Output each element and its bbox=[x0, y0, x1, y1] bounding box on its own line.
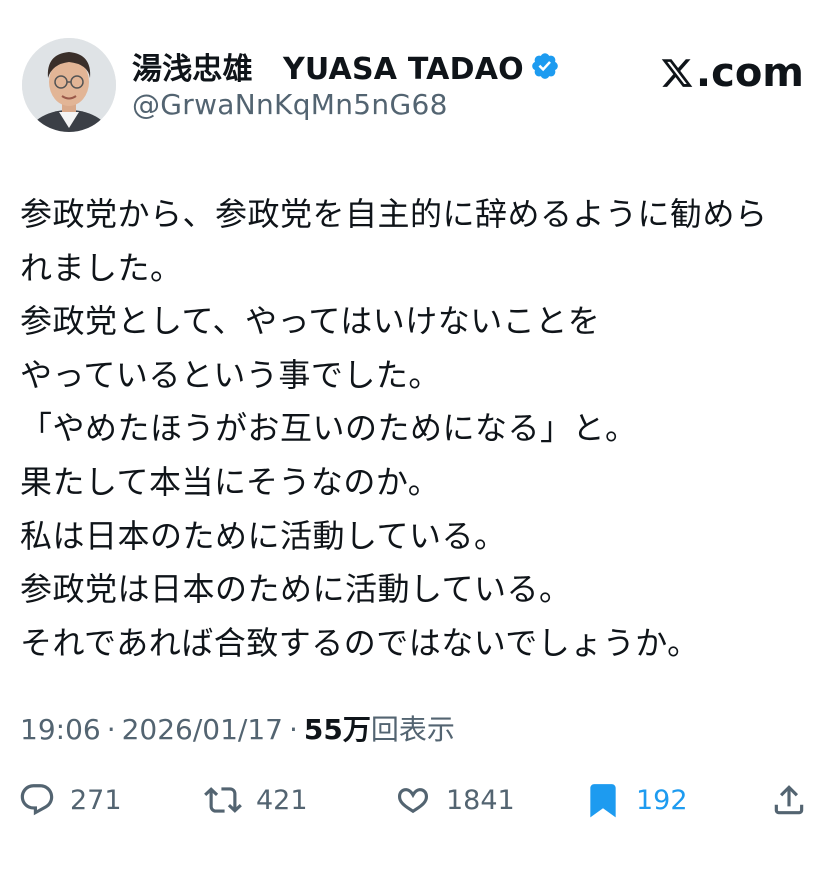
post-line: 参政党から、参政党を自主的に辞めるように勧めら bbox=[20, 195, 768, 233]
action-bar: 271 421 1841 192 bbox=[18, 778, 810, 822]
bookmark-count: 192 bbox=[636, 784, 688, 816]
post-line: それであれば合致するのではないでしょうか。 bbox=[20, 623, 700, 662]
repost-button[interactable]: 421 bbox=[204, 778, 308, 822]
post-line: やっているという事でした。 bbox=[20, 355, 441, 394]
meta-separator: · bbox=[289, 713, 298, 746]
meta-separator: · bbox=[106, 713, 116, 746]
share-icon bbox=[774, 785, 804, 815]
post-header: 湯浅忠雄 YUASA TADAO @GrwaNnKqMn5nG68 .com bbox=[22, 38, 812, 138]
post-line: 果たして本当にそうなのか。 bbox=[20, 462, 441, 501]
repost-icon bbox=[204, 787, 242, 813]
author-names: 湯浅忠雄 YUASA TADAO @GrwaNnKqMn5nG68 bbox=[132, 46, 560, 121]
author-avatar[interactable] bbox=[22, 38, 116, 132]
avatar-photo bbox=[22, 38, 116, 132]
x-logo-icon bbox=[661, 59, 693, 87]
post-time[interactable]: 19:06 bbox=[20, 713, 101, 746]
author-display-name[interactable]: 湯浅忠雄 YUASA TADAO bbox=[132, 44, 524, 88]
post-date[interactable]: 2026/01/17 bbox=[122, 713, 283, 746]
reply-button[interactable]: 271 bbox=[18, 778, 122, 822]
like-count: 1841 bbox=[446, 784, 515, 816]
view-count: 55万 bbox=[303, 713, 371, 746]
post-meta: 19:06 · 2026/01/17 · 55万 回表示 bbox=[20, 708, 455, 748]
post-line: 参政党は日本のために活動している。 bbox=[20, 570, 572, 609]
heart-icon bbox=[397, 788, 429, 814]
verified-badge-icon[interactable] bbox=[530, 51, 560, 81]
bookmark-filled-icon bbox=[590, 784, 616, 818]
view-label: 回表示 bbox=[370, 713, 455, 746]
post-line: 参政党として、やってはいけないことを bbox=[20, 302, 601, 341]
author-handle[interactable]: @GrwaNnKqMn5nG68 bbox=[132, 88, 560, 121]
bookmark-button[interactable]: 192 bbox=[584, 778, 688, 822]
like-button[interactable]: 1841 bbox=[394, 778, 515, 822]
x-com-brand: .com bbox=[660, 50, 804, 96]
post-line: 「やめたほうがお互いのためになる」と。 bbox=[20, 409, 638, 448]
reply-icon bbox=[20, 784, 54, 816]
post-line: れました。 bbox=[20, 248, 183, 287]
repost-count: 421 bbox=[256, 784, 308, 816]
share-button[interactable] bbox=[770, 778, 808, 822]
post-text: 参政党から、参政党を自主的に辞めるように勧めら れました。 参政党として、やって… bbox=[20, 188, 810, 670]
brand-domain: .com bbox=[695, 50, 804, 96]
post-line: 私は日本のために活動している。 bbox=[20, 516, 507, 555]
reply-count: 271 bbox=[70, 784, 122, 816]
